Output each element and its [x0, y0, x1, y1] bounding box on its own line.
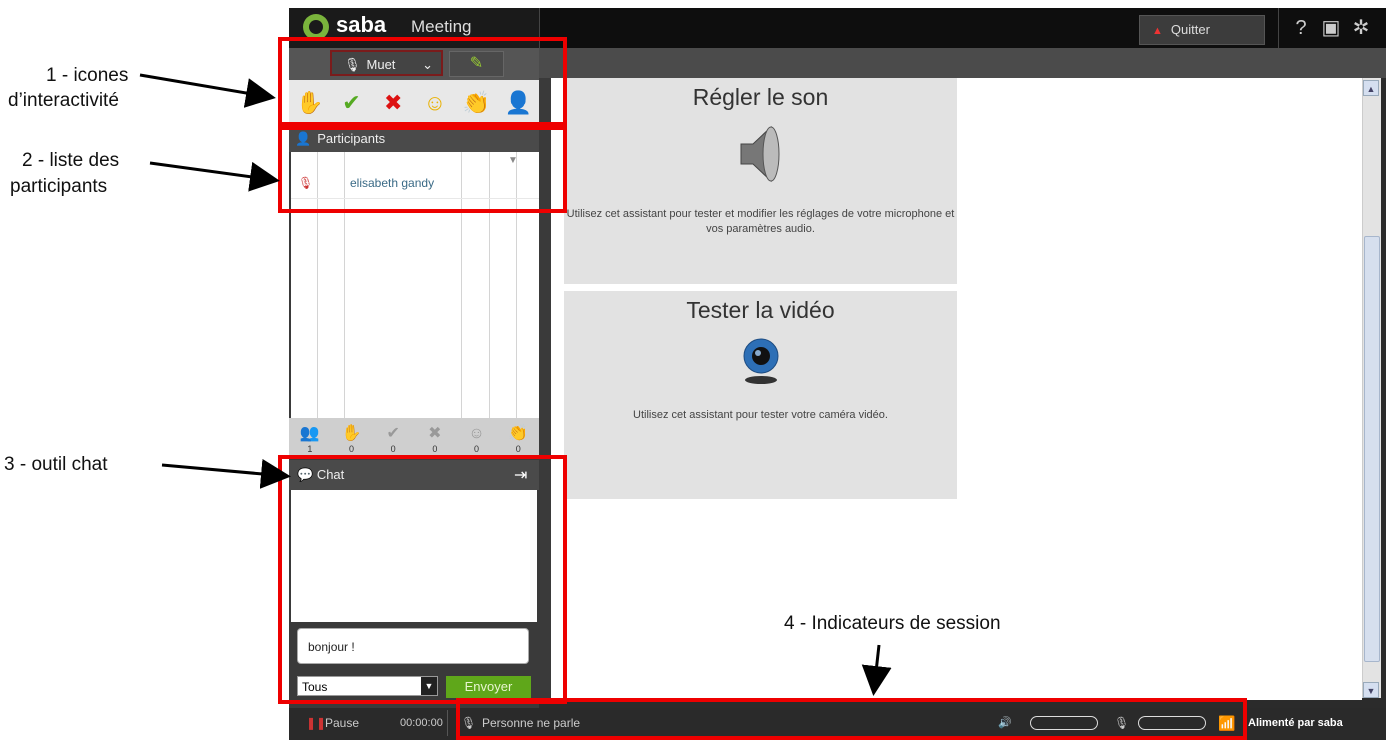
arrow-2 — [149, 161, 280, 192]
annotation-arrows — [139, 73, 892, 696]
arrow-3 — [161, 458, 291, 489]
arrow-4 — [861, 644, 892, 696]
arrow-1 — [139, 73, 276, 108]
